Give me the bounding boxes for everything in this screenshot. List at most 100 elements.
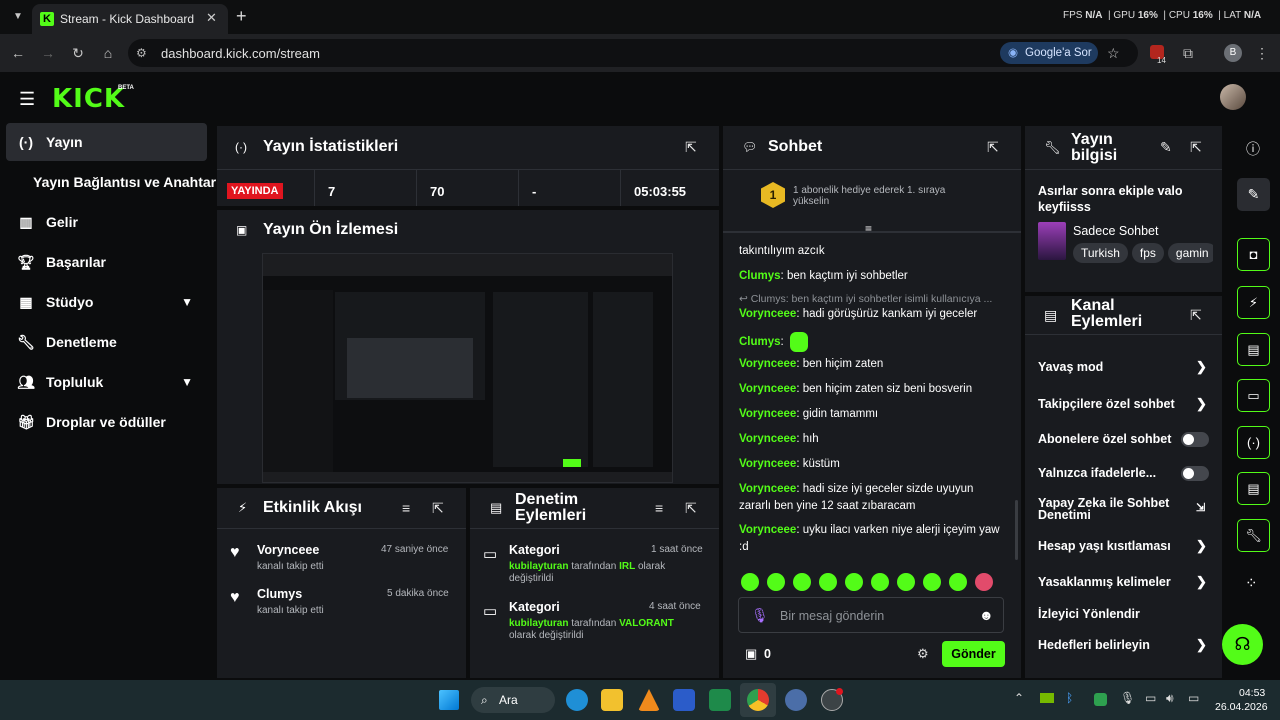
popout-icon[interactable]: ⇱ — [1190, 307, 1202, 324]
chevron-right-icon[interactable]: ❯ — [1196, 396, 1207, 412]
browser-menu-icon[interactable]: ⋮ — [1248, 39, 1276, 67]
chat-message[interactable]: Vorynceee: gidin tamammı — [739, 406, 1007, 423]
google-ask-button[interactable]: ◉ Google'a Sor — [1000, 42, 1098, 64]
chevron-right-icon[interactable]: ❯ — [1196, 538, 1207, 554]
chat-message[interactable]: Vorynceee: küstüm — [739, 456, 1007, 473]
emote-icon[interactable] — [871, 573, 889, 591]
volume-icon[interactable]: 🔊︎ — [1166, 691, 1174, 706]
edit-pencil-icon[interactable]: ✎ — [1237, 178, 1270, 211]
user-avatar[interactable] — [1220, 84, 1246, 110]
nvidia-icon[interactable] — [1040, 693, 1054, 703]
popout-icon[interactable]: ⇱ — [685, 139, 697, 156]
url-bar[interactable]: ⚙ dashboard.kick.com/stream ◉ Google'a S… — [128, 39, 1138, 67]
clock-date[interactable]: 26.04.2026 — [1215, 701, 1268, 713]
chevron-right-icon[interactable]: ❯ — [1196, 637, 1207, 653]
kick-logo[interactable]: KICK — [52, 84, 125, 114]
chat-message[interactable]: Vorynceee: hıh — [739, 431, 1007, 448]
sidebar-item-yayin[interactable]: (·) Yayın — [6, 123, 207, 161]
reload-icon[interactable]: ↻ — [64, 39, 92, 67]
support-headset-icon[interactable]: ☊ — [1222, 624, 1263, 665]
emote-only-toggle[interactable] — [1181, 466, 1209, 481]
extensions-puzzle-icon[interactable]: ⧉ — [1174, 39, 1202, 67]
back-icon[interactable]: ← — [4, 39, 32, 67]
popout-icon[interactable]: ⇱ — [432, 500, 444, 517]
popout-icon[interactable]: ⇱ — [1190, 139, 1202, 156]
broadcast-icon[interactable]: (·) — [1237, 426, 1270, 459]
file-explorer-icon[interactable] — [601, 689, 623, 711]
tray-chevron-up-icon[interactable]: ⌃ — [1014, 691, 1024, 705]
category-name[interactable]: Sadece Sohbet — [1073, 224, 1159, 238]
chat-bubble-icon[interactable]: ▭ — [1237, 379, 1270, 412]
category-thumbnail[interactable] — [1038, 222, 1066, 260]
bookmark-star-icon[interactable]: ☆ — [1107, 45, 1120, 62]
send-button[interactable]: Gönder — [942, 641, 1005, 667]
screen-capture-icon[interactable]: ◘ — [1237, 238, 1270, 271]
apps-icon[interactable]: ⁘ — [1245, 574, 1258, 592]
chat-message[interactable]: Clumys: ben kaçtım iyi sohbetler — [739, 268, 1007, 285]
followers-only-label[interactable]: Takipçilere özel sohbet — [1038, 397, 1175, 411]
word-icon[interactable] — [673, 689, 695, 711]
edge-icon[interactable] — [566, 689, 588, 711]
mod-action-user[interactable]: kubilayturan — [509, 618, 568, 629]
collapse-banner-icon[interactable]: ≡ — [865, 222, 872, 236]
mod-action-user[interactable]: kubilayturan — [509, 561, 568, 572]
banned-words-label[interactable]: Yasaklanmış kelimeler — [1038, 575, 1171, 589]
chat-message[interactable]: Vorynceee: hadi size iyi geceler sizde u… — [739, 481, 1007, 515]
url-text[interactable]: dashboard.kick.com/stream — [161, 46, 320, 61]
ai-moderation-label[interactable]: Yapay Zeka ile Sohbet Denetimi — [1038, 497, 1178, 522]
chat-message[interactable]: Clumys: — [739, 332, 1007, 352]
emote-icon[interactable] — [845, 573, 863, 591]
chat-message[interactable]: Vorynceee: uyku ilacı varken niye alerji… — [739, 522, 1007, 556]
obs-icon[interactable] — [785, 689, 807, 711]
goals-label[interactable]: Hedefleri belirleyin — [1038, 638, 1150, 652]
tag-chip[interactable]: gamin — [1167, 243, 1213, 263]
emote-icon[interactable] — [819, 573, 837, 591]
tab-search-icon[interactable]: ▼ — [4, 3, 32, 31]
chat-message[interactable]: Vorynceee: ben hiçim zaten siz beni bosv… — [739, 381, 1007, 398]
activity-user[interactable]: Vorynceee — [257, 543, 319, 557]
windows-start-icon[interactable] — [439, 690, 459, 710]
excel-icon[interactable] — [709, 689, 731, 711]
subscribers-only-toggle[interactable] — [1181, 432, 1209, 447]
chat-message[interactable]: Vorynceee: hadi görüşürüz kankam iyi gec… — [739, 306, 1007, 323]
chat-message[interactable]: Vorynceee: ben hiçim zaten — [739, 356, 1007, 373]
chat-input[interactable]: 🎙︎ Bir mesaj gönderin ☻ — [738, 597, 1004, 633]
chat-scrollbar[interactable] — [1015, 500, 1018, 560]
emote-icon[interactable] — [793, 573, 811, 591]
emote-icon[interactable] — [767, 573, 785, 591]
sidebar-item-droplar[interactable]: 🎁︎ Droplar ve ödüller — [6, 403, 207, 441]
security-shield-icon[interactable] — [1094, 693, 1107, 706]
activity-user[interactable]: Clumys — [257, 587, 302, 601]
filter-icon[interactable]: ≡ — [402, 500, 410, 516]
sidebar-item-gelir[interactable]: ▥ Gelir — [6, 203, 207, 241]
microphone-icon[interactable]: 🎙︎ — [751, 607, 769, 624]
info-icon[interactable]: ⓘ — [1246, 139, 1260, 159]
emote-icon[interactable] — [897, 573, 915, 591]
filter-icon[interactable]: ≡ — [655, 500, 663, 516]
emote-icon[interactable] — [923, 573, 941, 591]
tab-close-icon[interactable]: ✕ — [206, 10, 217, 26]
edit-pencil-icon[interactable]: ✎ — [1160, 139, 1172, 156]
chevron-right-icon[interactable]: ❯ — [1196, 574, 1207, 590]
sidebar-item-denetleme[interactable]: 🔧︎ Denetleme — [6, 323, 207, 361]
microphone-tray-icon[interactable]: 🎙︎ — [1120, 691, 1135, 705]
popout-icon[interactable]: ⇱ — [987, 139, 999, 156]
emote-icon[interactable] — [949, 573, 967, 591]
points-icon[interactable]: ▣ — [745, 646, 757, 662]
bluetooth-icon[interactable]: ᛒ — [1066, 691, 1073, 705]
slow-mode-label[interactable]: Yavaş mod — [1038, 360, 1103, 374]
forward-icon[interactable]: → — [34, 39, 62, 67]
emoji-picker-icon[interactable]: ☻ — [979, 607, 994, 623]
chat-settings-gear-icon[interactable]: ⚙ — [917, 646, 929, 662]
wrench-icon[interactable]: 🔧︎ — [1237, 519, 1270, 552]
sidebar-item-basarilar[interactable]: 🏆︎ Başarılar — [6, 243, 207, 281]
popout-icon[interactable]: ⇱ — [685, 500, 697, 517]
sidebar-item-topluluk[interactable]: 👥︎ Topluluk ▼ — [6, 363, 207, 401]
tag-chip[interactable]: fps — [1131, 243, 1164, 263]
hamburger-menu-icon[interactable]: ☰ — [19, 89, 35, 110]
battery-icon[interactable]: ▭ — [1188, 691, 1199, 705]
emote-icon[interactable] — [741, 573, 759, 591]
channel-actions-icon[interactable]: ▤ — [1237, 472, 1270, 505]
sidebar-item-studyo[interactable]: ▦ Stüdyo ▼ — [6, 283, 207, 321]
document-icon[interactable]: ▤ — [1237, 333, 1270, 366]
